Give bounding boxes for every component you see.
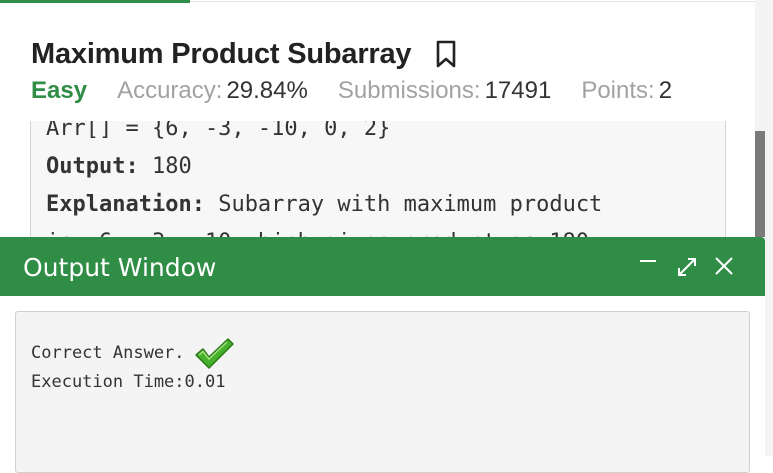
- checkmark-icon: [193, 336, 235, 370]
- problem-stats: Easy Accuracy: 29.84% Submissions: 17491 P…: [31, 74, 702, 108]
- output-window: Output Window Correct Answer. Execution …: [0, 237, 765, 473]
- maximize-icon[interactable]: [676, 256, 698, 283]
- accuracy-stat: Accuracy: 29.84%: [117, 77, 308, 105]
- example-output-line: Output: 180: [46, 154, 192, 179]
- minimize-icon[interactable]: [638, 251, 658, 276]
- points-stat: Points: 2: [581, 77, 672, 105]
- accuracy-value: 29.84%: [226, 77, 308, 104]
- output-label: Output:: [46, 154, 139, 179]
- submissions-label: Submissions:: [337, 77, 481, 104]
- submissions-stat: Submissions: 17491: [338, 77, 551, 105]
- difficulty-badge: Easy: [31, 77, 88, 104]
- points-label: Points:: [581, 77, 655, 104]
- submissions-value: 17491: [484, 77, 552, 104]
- output-console: Correct Answer. Execution Time:0.01: [15, 311, 750, 473]
- bookmark-icon[interactable]: [435, 40, 457, 68]
- points-value: 2: [658, 77, 673, 104]
- top-divider: [190, 1, 773, 2]
- execution-time: Execution Time:0.01: [31, 372, 226, 392]
- example-explanation-line: Explanation: Subarray with maximum produ…: [46, 192, 602, 217]
- output-value: 180: [138, 154, 192, 179]
- accuracy-label: Accuracy:: [117, 77, 223, 104]
- problem-title: Maximum Product Subarray: [31, 37, 412, 70]
- top-accent-bar: [0, 0, 190, 3]
- problem-header: Maximum Product Subarray: [31, 34, 457, 74]
- explanation-label: Explanation:: [46, 192, 205, 217]
- example-input-line: Arr[] = {6, -3, -10, 0, 2}: [46, 121, 391, 141]
- explanation-text: Subarray with maximum product: [204, 192, 603, 217]
- result-line: Correct Answer.: [31, 336, 235, 370]
- output-window-title: Output Window: [23, 253, 217, 282]
- result-text: Correct Answer.: [31, 343, 185, 363]
- output-window-header[interactable]: Output Window: [0, 237, 765, 296]
- close-icon[interactable]: [713, 255, 735, 282]
